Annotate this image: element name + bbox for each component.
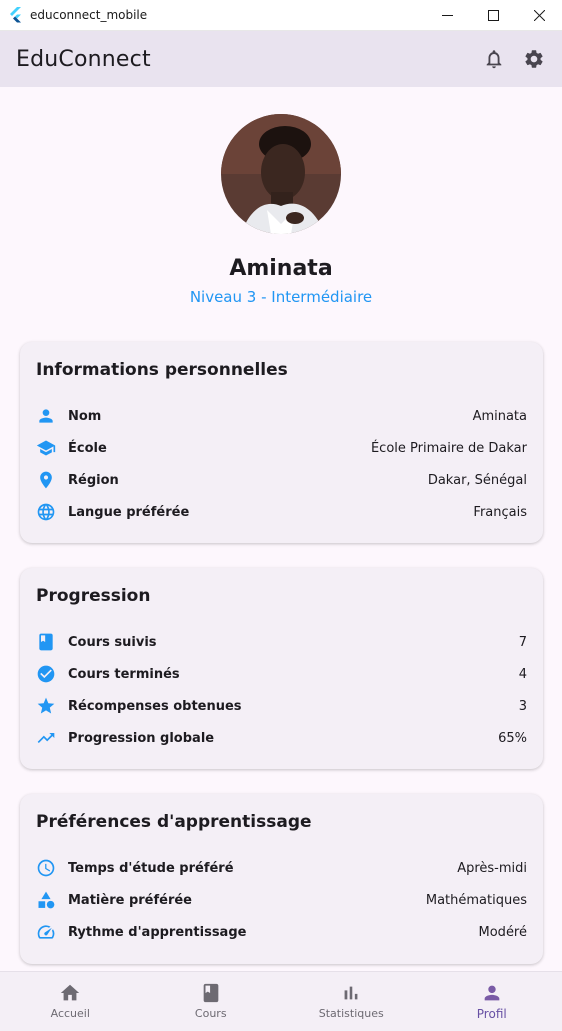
minimize-button[interactable] xyxy=(424,0,470,31)
row-value: Mathématiques xyxy=(425,892,527,908)
avatar-photo xyxy=(221,114,341,234)
card-title: Informations personnelles xyxy=(36,360,288,380)
close-button[interactable] xyxy=(516,0,562,31)
person-icon xyxy=(484,985,500,1001)
nav-item-courses[interactable]: Cours xyxy=(141,972,282,1031)
trending-up-icon xyxy=(37,733,55,743)
minimize-icon xyxy=(441,15,453,16)
settings-button[interactable] xyxy=(514,39,554,79)
progress-row-courses-followed: Cours suivis 7 xyxy=(36,626,527,658)
progress-card: Progression Cours suivis 7 Cours terminé… xyxy=(20,568,543,769)
nav-item-profile[interactable]: Profil xyxy=(422,972,562,1031)
nav-label: Cours xyxy=(194,1007,227,1020)
profile-name: Aminata xyxy=(229,256,333,281)
row-value: 3 xyxy=(518,698,527,714)
globe-icon xyxy=(37,503,55,521)
row-label: École xyxy=(68,440,107,456)
row-value: Après-midi xyxy=(457,860,527,876)
nav-item-home[interactable]: Accueil xyxy=(0,972,141,1031)
row-value: 65% xyxy=(498,730,527,746)
row-value: Français xyxy=(473,504,527,520)
progress-row-rewards: Récompenses obtenues 3 xyxy=(36,690,527,722)
book-icon xyxy=(203,983,219,1003)
book-icon xyxy=(39,633,53,651)
row-label: Temps d'étude préféré xyxy=(68,860,234,876)
profile-level: Niveau 3 - Intermédiaire xyxy=(189,288,373,306)
card-title: Préférences d'apprentissage xyxy=(36,812,312,832)
info-row-language: Langue préférée Français xyxy=(36,496,527,528)
info-row-region: Région Dakar, Sénégal xyxy=(36,464,527,496)
bell-icon xyxy=(486,50,502,69)
star-icon xyxy=(37,697,55,714)
row-value: 4 xyxy=(518,666,527,682)
pref-row-pace: Rythme d'apprentissage Modéré xyxy=(36,916,527,948)
pref-row-study-time: Temps d'étude préféré Après-midi xyxy=(36,852,527,884)
window-title: educonnect_mobile xyxy=(30,8,148,22)
row-label: Récompenses obtenues xyxy=(68,698,242,714)
maximize-icon xyxy=(487,10,499,21)
row-value: Dakar, Sénégal xyxy=(427,472,527,488)
app-bar: EduConnect xyxy=(0,31,562,87)
check-circle-icon xyxy=(37,665,55,683)
bottom-navigation: Accueil Cours Statistiques Profil xyxy=(0,971,562,1031)
card-title: Progression xyxy=(36,586,151,606)
info-row-name: Nom Aminata xyxy=(36,400,527,432)
location-pin-icon xyxy=(40,471,52,489)
flutter-logo-icon xyxy=(10,7,21,23)
row-value: 7 xyxy=(518,634,527,650)
bar-chart-icon xyxy=(344,986,358,1000)
nav-label: Accueil xyxy=(50,1007,90,1020)
row-label: Cours suivis xyxy=(68,634,157,650)
nav-label: Statistiques xyxy=(318,1007,384,1020)
notifications-button[interactable] xyxy=(474,39,514,79)
personal-info-card: Informations personnelles Nom Aminata Éc… xyxy=(20,342,543,543)
row-value: Modéré xyxy=(478,924,527,940)
row-value: Aminata xyxy=(472,408,527,424)
progress-row-overall: Progression globale 65% xyxy=(36,722,527,754)
gear-icon xyxy=(525,50,543,68)
category-shapes-icon xyxy=(38,891,55,909)
row-label: Région xyxy=(68,472,119,488)
row-label: Langue préférée xyxy=(68,504,190,520)
close-icon xyxy=(533,10,545,21)
avatar xyxy=(221,114,341,234)
row-label: Matière préférée xyxy=(68,892,193,908)
row-value: École Primaire de Dakar xyxy=(370,440,527,456)
row-label: Progression globale xyxy=(68,730,215,746)
maximize-button[interactable] xyxy=(470,0,516,31)
nav-item-statistics[interactable]: Statistiques xyxy=(281,972,422,1031)
person-icon xyxy=(39,409,53,423)
home-icon xyxy=(61,984,80,1001)
pref-row-subject: Matière préférée Mathématiques xyxy=(36,884,527,916)
row-label: Cours terminés xyxy=(68,666,180,682)
info-row-school: École École Primaire de Dakar xyxy=(36,432,527,464)
nav-label: Profil xyxy=(476,1007,507,1021)
speed-icon xyxy=(37,925,55,939)
clock-icon xyxy=(37,859,55,877)
window-titlebar: educonnect_mobile xyxy=(0,0,562,31)
learning-preferences-card: Préférences d'apprentissage Temps d'étud… xyxy=(20,794,543,964)
progress-row-courses-completed: Cours terminés 4 xyxy=(36,658,527,690)
row-label: Rythme d'apprentissage xyxy=(68,924,247,940)
row-label: Nom xyxy=(68,408,102,424)
school-icon xyxy=(36,440,56,456)
app-title: EduConnect xyxy=(16,46,151,72)
